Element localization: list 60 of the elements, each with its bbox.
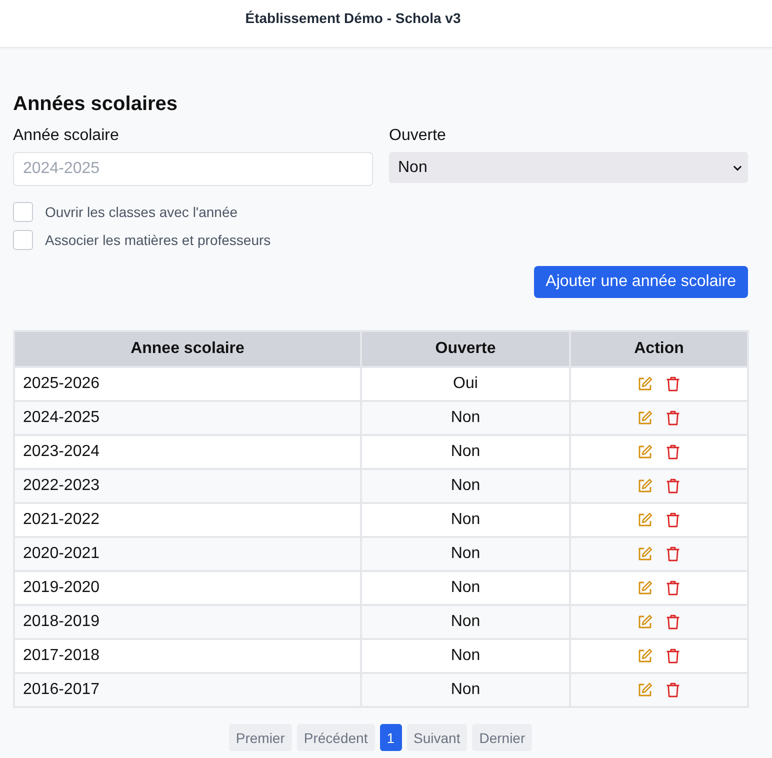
table-cell: 2019-2020	[14, 571, 361, 605]
edit-icon[interactable]	[637, 410, 653, 426]
table-cell: Non	[361, 673, 570, 707]
table-cell: 2024-2025	[14, 401, 361, 435]
edit-icon[interactable]	[637, 444, 653, 460]
table-cell: Non	[361, 503, 570, 537]
edit-icon[interactable]	[637, 376, 653, 392]
edit-icon[interactable]	[637, 682, 653, 698]
section-heading: Années scolaires	[13, 92, 179, 116]
table-cell: 2017-2018	[14, 639, 361, 673]
checkbox-label: Associer les matières et professeurs	[45, 231, 271, 250]
delete-icon[interactable]	[665, 614, 681, 630]
edit-icon[interactable]	[637, 580, 653, 596]
column-header: Ouverte	[361, 331, 570, 367]
field-label: Année scolaire	[13, 126, 120, 146]
pagination-button[interactable]: Suivant	[406, 724, 468, 751]
table-cell: Non	[361, 639, 570, 673]
edit-icon[interactable]	[637, 512, 653, 528]
edit-icon[interactable]	[637, 546, 653, 562]
column-header: Annee scolaire	[14, 331, 361, 367]
delete-icon[interactable]	[665, 648, 681, 664]
table-cell: 2020-2021	[14, 537, 361, 571]
pagination-button[interactable]: Premier	[228, 724, 292, 751]
table-cell: Non	[361, 469, 570, 503]
table-cell: 2016-2017	[14, 673, 361, 707]
table-cell: 2018-2019	[14, 605, 361, 639]
table-cell: Non	[361, 605, 570, 639]
delete-icon[interactable]	[665, 546, 681, 562]
field-label: Ouverte	[389, 126, 447, 146]
table-cell: 2021-2022	[14, 503, 361, 537]
table-cell: Oui	[361, 367, 570, 401]
pagination-button[interactable]: Précédent	[296, 724, 375, 751]
delete-icon[interactable]	[665, 580, 681, 596]
edit-icon[interactable]	[637, 648, 653, 664]
delete-icon[interactable]	[665, 512, 681, 528]
edit-icon[interactable]	[637, 614, 653, 630]
table-cell: 2023-2024	[14, 435, 361, 469]
delete-icon[interactable]	[665, 410, 681, 426]
delete-icon[interactable]	[665, 478, 681, 494]
table-cell: Non	[361, 435, 570, 469]
chevron-down-icon	[733, 164, 742, 170]
checkbox[interactable]	[13, 230, 33, 250]
delete-icon[interactable]	[665, 444, 681, 460]
table-cell: Non	[361, 537, 570, 571]
pagination-button[interactable]: 1	[380, 724, 402, 751]
add-year-button[interactable]: Ajouter une année scolaire	[534, 266, 748, 298]
checkbox[interactable]	[13, 202, 33, 222]
open-select[interactable]: Non	[389, 152, 748, 183]
delete-icon[interactable]	[665, 682, 681, 698]
pagination-button[interactable]: Dernier	[472, 724, 532, 751]
year-input-field[interactable]: 2024-2025	[13, 152, 373, 186]
table-cell: Non	[361, 401, 570, 435]
table-cell: 2025-2026	[14, 367, 361, 401]
delete-icon[interactable]	[665, 376, 681, 392]
column-header: Action	[570, 331, 748, 367]
header-title: Établissement Démo - Schola v3	[245, 10, 461, 26]
table-cell: Non	[361, 571, 570, 605]
checkbox-label: Ouvrir les classes avec l'année	[45, 203, 238, 222]
edit-icon[interactable]	[637, 478, 653, 494]
table-cell: 2022-2023	[14, 469, 361, 503]
